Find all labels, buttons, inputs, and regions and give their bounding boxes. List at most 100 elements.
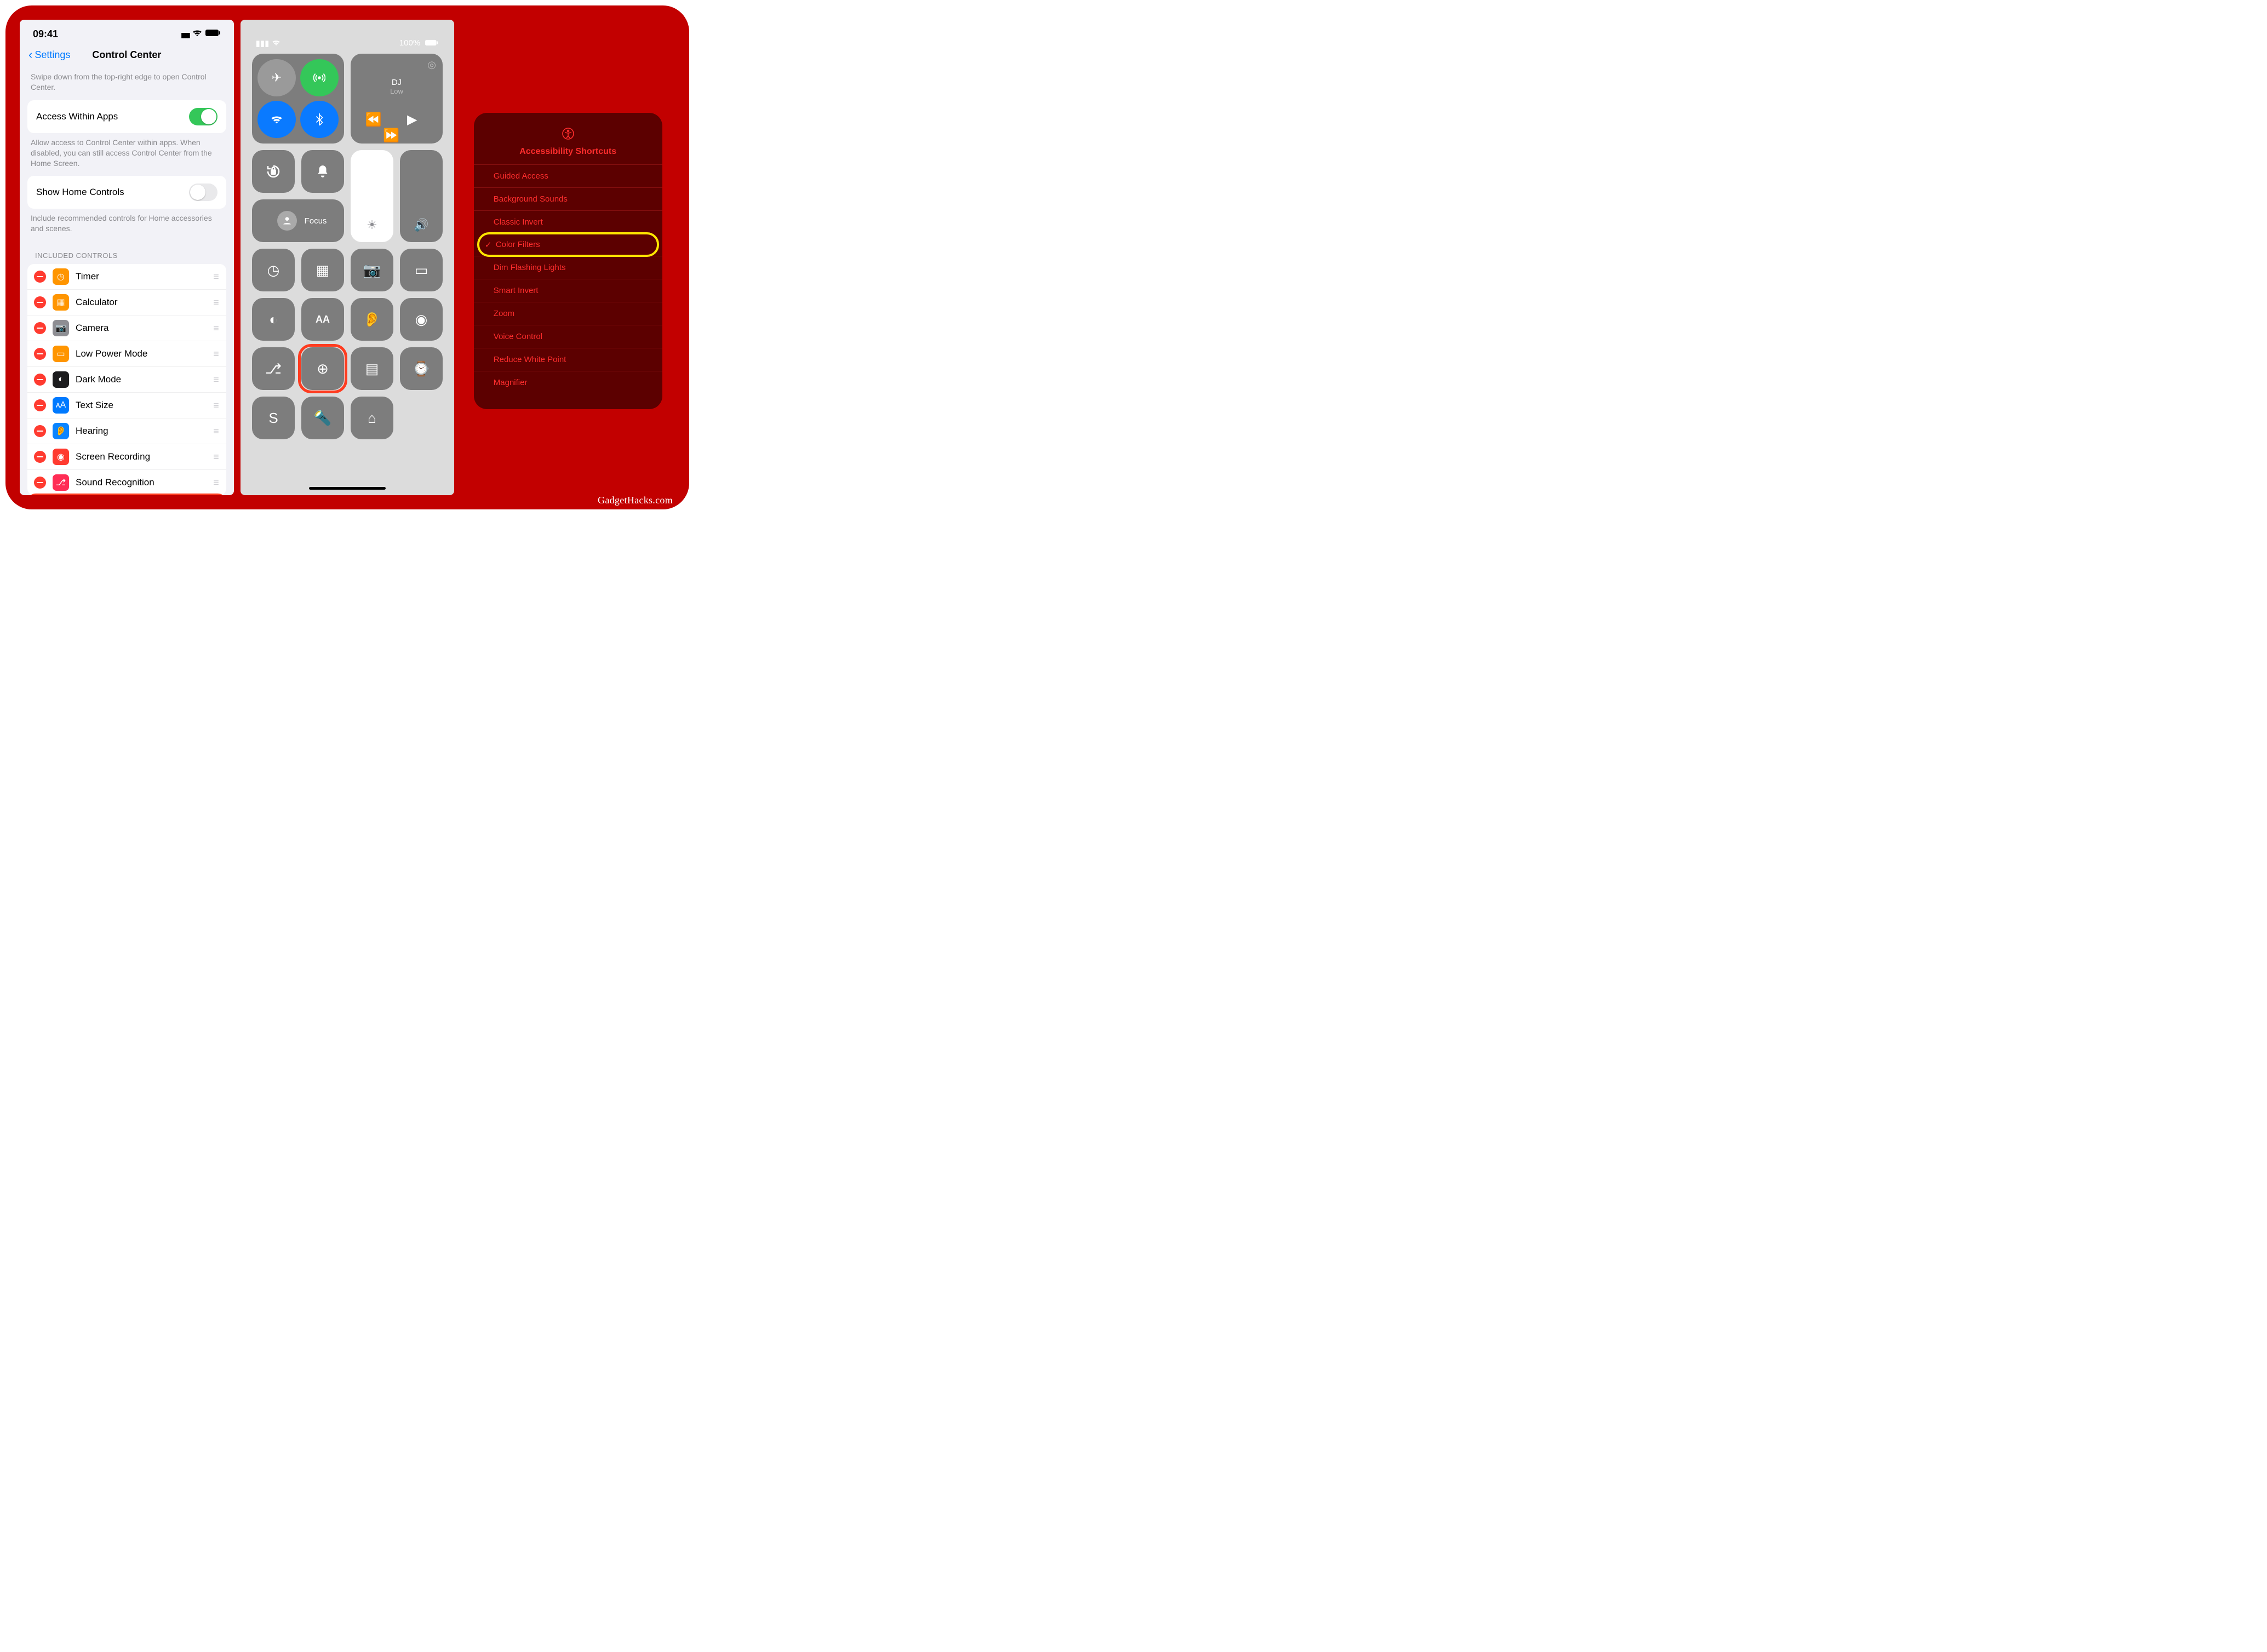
shortcut-classic-invert[interactable]: Classic Invert [474, 210, 662, 233]
reorder-handle[interactable]: ≡ [213, 426, 220, 437]
shortcut-reduce-white-point[interactable]: Reduce White Point [474, 348, 662, 371]
text-size-icon: AA [316, 314, 330, 325]
back-button[interactable]: ‹ Settings [28, 49, 70, 61]
home-label: Show Home Controls [36, 187, 124, 198]
included-controls-list: ◷Timer≡▦Calculator≡📷Camera≡▭Low Power Mo… [27, 264, 226, 495]
home-toggle[interactable] [189, 183, 217, 201]
cc-tile-home[interactable]: ⌂ [351, 397, 393, 439]
volume-slider[interactable]: 🔊 [400, 150, 443, 242]
hearing-icon: 👂 [363, 311, 381, 328]
shortcuts-card: Accessibility Shortcuts Guided AccessBac… [474, 113, 662, 409]
cc-status-left: ▮▮▮ [256, 38, 280, 48]
remove-button[interactable] [34, 374, 46, 386]
remove-button[interactable] [34, 271, 46, 283]
cc-tile-accessibility[interactable]: ⊕ [301, 347, 344, 390]
remove-button[interactable] [34, 322, 46, 334]
home-controls-row[interactable]: Show Home Controls [27, 176, 226, 209]
remove-button[interactable] [34, 296, 46, 308]
calc-icon: ▦ [53, 294, 69, 311]
control-row-record[interactable]: ◉Screen Recording≡ [27, 444, 226, 470]
focus-person-icon [277, 211, 297, 231]
cellular-toggle[interactable] [300, 59, 339, 96]
cc-tile-camera[interactable]: 📷 [351, 249, 393, 291]
check-icon: ✓ [485, 240, 492, 250]
reorder-handle[interactable]: ≡ [213, 374, 220, 386]
timer-icon: ◷ [53, 268, 69, 285]
cc-tile-calculator[interactable]: ▦ [301, 249, 344, 291]
remove-button[interactable] [34, 399, 46, 411]
cc-tile-dark-mode[interactable]: ◐ [252, 298, 295, 341]
control-row-sound[interactable]: ⎇Sound Recognition≡ [27, 470, 226, 495]
navbar: ‹ Settings Control Center [20, 44, 234, 67]
text-icon: ᴀA [53, 397, 69, 414]
cc-tile-hearing[interactable]: 👂 [351, 298, 393, 341]
shortcut-label: Dim Flashing Lights [494, 263, 566, 272]
control-row-timer[interactable]: ◷Timer≡ [27, 264, 226, 290]
reorder-handle[interactable]: ≡ [213, 477, 220, 489]
media-tile[interactable]: ◎ DJ Low ⏪ ▶ ⏩ [351, 54, 443, 144]
remove-button[interactable] [34, 477, 46, 489]
control-row-calc[interactable]: ▦ Calculator ≡ [27, 290, 226, 316]
home-indicator[interactable] [309, 487, 386, 490]
airplane-toggle[interactable]: ✈ [257, 59, 296, 96]
status-bar: 09:41 [20, 20, 234, 44]
bluetooth-toggle[interactable] [300, 101, 339, 138]
reorder-handle[interactable]: ≡ [213, 348, 220, 360]
cc-status-right: 100% [399, 38, 439, 48]
remove-button[interactable] [34, 425, 46, 437]
np-subtitle: Low [351, 87, 443, 95]
cc-tile-text-size[interactable]: AA [301, 298, 344, 341]
reorder-handle[interactable]: ≡ [213, 297, 220, 308]
control-row-text[interactable]: ᴀAText Size≡ [27, 393, 226, 418]
shortcut-magnifier[interactable]: Magnifier [474, 371, 662, 394]
cc-tile-notes[interactable]: ▤ [351, 347, 393, 390]
cc-tile-shazam[interactable]: S [252, 397, 295, 439]
wifi-toggle[interactable] [257, 101, 296, 138]
airplay-icon[interactable]: ◎ [427, 59, 436, 71]
brightness-slider[interactable]: ☀ [351, 150, 393, 242]
focus-tile[interactable]: Focus [252, 199, 344, 242]
silent-tile[interactable] [301, 150, 344, 193]
access-toggle[interactable] [189, 108, 217, 125]
reorder-handle[interactable]: ≡ [213, 451, 220, 463]
reorder-handle[interactable]: ≡ [213, 271, 220, 283]
control-row-ear[interactable]: 👂 Hearing ≡ [27, 418, 226, 444]
control-center-panel: ▮▮▮ 100% ✈ [241, 20, 455, 495]
now-playing: DJ Low [351, 78, 443, 95]
shortcut-smart-invert[interactable]: Smart Invert [474, 279, 662, 302]
remove-button[interactable] [34, 451, 46, 463]
row-label: Calculator [76, 297, 207, 308]
cc-tile-flashlight[interactable]: 🔦 [301, 397, 344, 439]
control-row-camera[interactable]: 📷Camera≡ [27, 316, 226, 341]
media-controls[interactable]: ⏪ ▶ ⏩ [351, 112, 443, 144]
shortcut-zoom[interactable]: Zoom [474, 302, 662, 325]
reorder-handle[interactable]: ≡ [213, 400, 220, 411]
access-within-apps-row[interactable]: Access Within Apps [27, 100, 226, 133]
shortcut-label: Voice Control [494, 332, 542, 341]
calculator-icon: ▦ [316, 262, 330, 279]
control-row-battery[interactable]: ▭Low Power Mode≡ [27, 341, 226, 367]
shortcut-background-sounds[interactable]: Background Sounds [474, 187, 662, 210]
orientation-lock-tile[interactable] [252, 150, 295, 193]
volume-icon: 🔊 [414, 218, 428, 232]
cc-tile-sound-recog[interactable]: ⎇ [252, 347, 295, 390]
shortcut-guided-access[interactable]: Guided Access [474, 164, 662, 187]
control-row-dark[interactable]: ◐Dark Mode≡ [27, 367, 226, 393]
battery-percent: 100% [399, 38, 420, 48]
notes-icon: ▤ [365, 360, 379, 377]
camera-icon: 📷 [53, 320, 69, 336]
shortcut-voice-control[interactable]: Voice Control [474, 325, 662, 348]
row-label: Hearing [76, 426, 207, 437]
reorder-handle[interactable]: ≡ [213, 323, 220, 334]
shortcut-color-filters[interactable]: ✓Color Filters [477, 232, 659, 257]
connectivity-tile[interactable]: ✈ [252, 54, 344, 144]
remove-button[interactable] [34, 348, 46, 360]
row-label: Dark Mode [76, 374, 207, 385]
access-label: Access Within Apps [36, 111, 118, 122]
shortcut-dim-flashing-lights[interactable]: Dim Flashing Lights [474, 256, 662, 279]
cc-tile-timer[interactable]: ◷ [252, 249, 295, 291]
cc-tile-watch-ping[interactable]: ⌚ [400, 347, 443, 390]
cc-tile-low-power[interactable]: ▭ [400, 249, 443, 291]
cc-tile-screen-record[interactable]: ◉ [400, 298, 443, 341]
ear-icon: 👂 [53, 423, 69, 439]
